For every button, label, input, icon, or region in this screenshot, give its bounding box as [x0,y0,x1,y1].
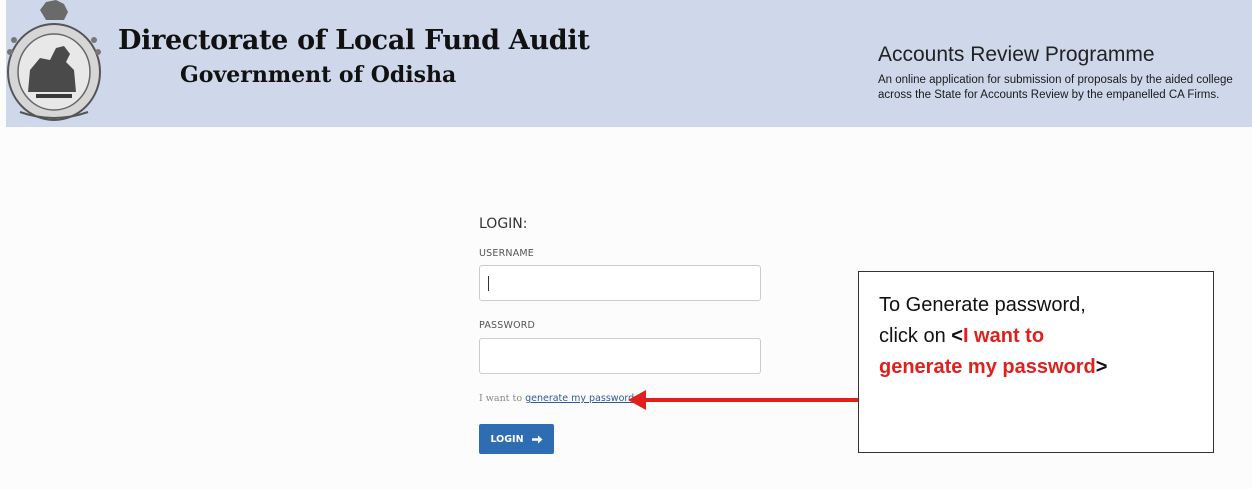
generate-password-link[interactable]: generate my password [525,393,634,404]
programme-description-line-2: across the State for Accounts Review by … [878,89,1220,101]
org-subtitle: Government of Odisha [180,62,457,88]
org-title: Directorate of Local Fund Audit [118,25,590,56]
programme-description: An online application for submission of … [878,73,1252,103]
callout-line-3: generate my password> [879,352,1213,383]
login-button[interactable]: LOGIN [479,424,554,454]
arrow-right-icon [531,435,543,443]
password-label: PASSWORD [479,320,536,331]
callout-close-bracket: > [1095,356,1108,378]
programme-description-line-1: An online application for submission of … [878,74,1233,86]
instruction-callout: To Generate password, click on <I want t… [858,271,1214,453]
login-heading: LOGIN: [479,216,528,232]
callout-arrow [628,390,858,410]
password-input[interactable] [479,338,761,374]
programme-title: Accounts Review Programme [878,43,1155,66]
site-header: Directorate of Local Fund Audit Governme… [6,0,1252,127]
text-caret [488,276,489,291]
generate-password-prefix: I want to [479,393,526,404]
generate-password-line: I want to generate my password [479,393,634,404]
callout-line-1: To Generate password, [879,294,1086,316]
username-input[interactable] [479,265,761,301]
login-button-label: LOGIN [490,433,524,445]
callout-highlight-2: generate my password [879,356,1096,378]
callout-open-bracket: < [951,325,963,347]
username-label: USERNAME [479,248,534,259]
page: Directorate of Local Fund Audit Governme… [0,0,1252,489]
callout-line-2: click on <I want to [879,321,1213,352]
callout-highlight-1: I want to [962,325,1045,347]
callout-prefix: click on [879,325,952,347]
odisha-emblem-icon [7,0,101,121]
